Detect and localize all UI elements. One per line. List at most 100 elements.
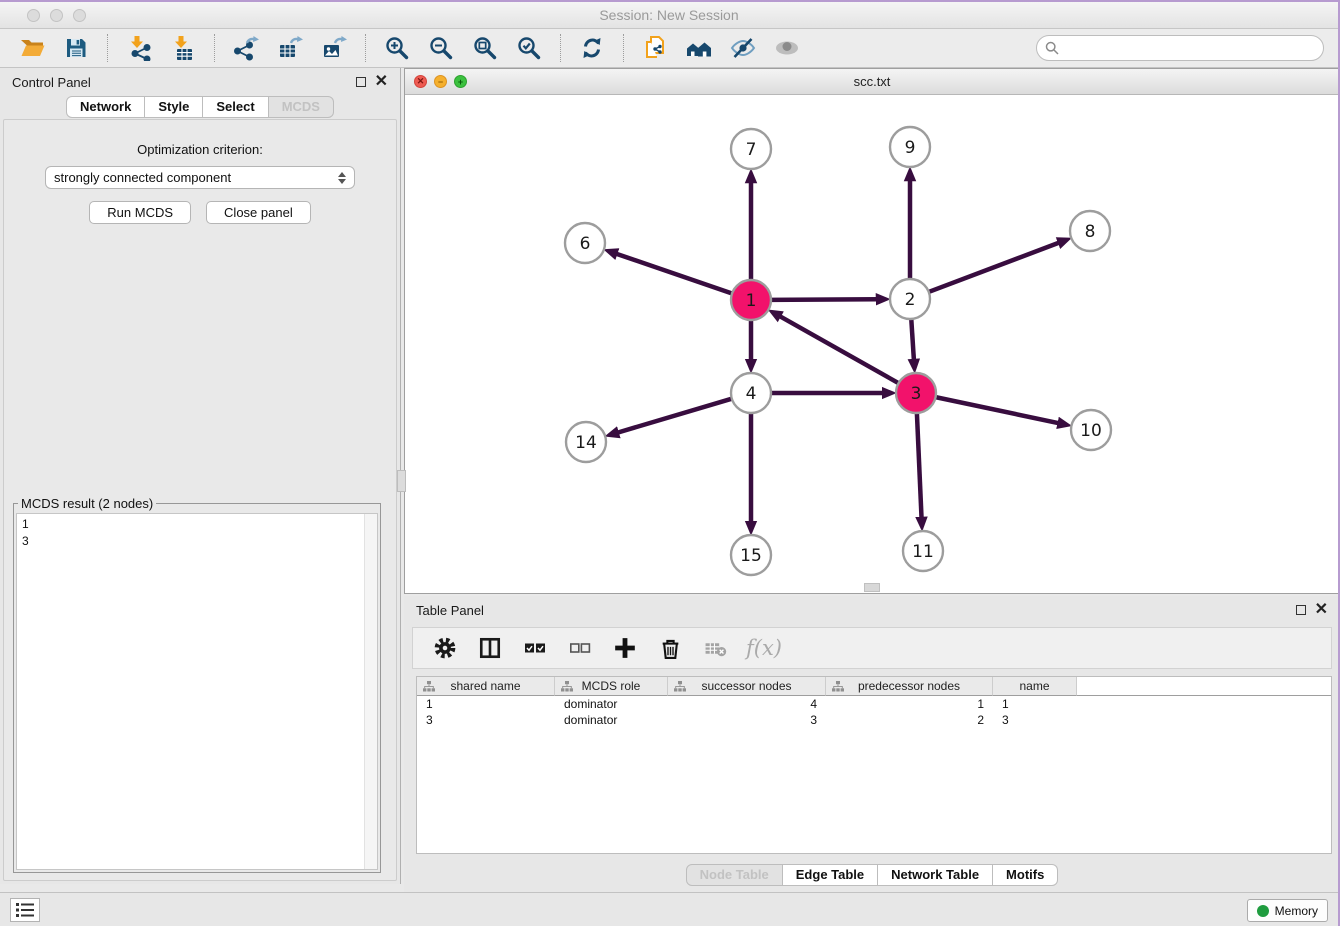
graph-node-1[interactable]: 1: [731, 280, 771, 320]
tab-node-table[interactable]: Node Table: [686, 864, 783, 886]
zoom-in-icon: [384, 35, 410, 61]
graph-node-6[interactable]: 6: [565, 223, 605, 263]
gear-icon: [433, 636, 457, 660]
import-network-button[interactable]: [124, 33, 154, 63]
export-network-button[interactable]: [231, 33, 261, 63]
zoom-fit-button[interactable]: [470, 33, 500, 63]
graph-node-4[interactable]: 4: [731, 373, 771, 413]
table-toolbar: f(x): [412, 627, 1332, 669]
export-image-button[interactable]: [319, 33, 349, 63]
table-cell[interactable]: 2: [826, 712, 993, 728]
column-header-successor-nodes[interactable]: successor nodes: [668, 677, 826, 696]
select-all-columns-button[interactable]: [521, 634, 549, 662]
graph-node-8[interactable]: 8: [1070, 211, 1110, 251]
column-header-shared-name[interactable]: shared name: [417, 677, 555, 696]
graph-node-9[interactable]: 9: [890, 127, 930, 167]
table-cell[interactable]: dominator: [555, 712, 668, 728]
apply-layout-button[interactable]: [577, 33, 607, 63]
graph-node-14[interactable]: 14: [566, 422, 606, 462]
close-panel-button[interactable]: Close panel: [206, 201, 311, 224]
task-history-button[interactable]: [10, 898, 40, 922]
graph-node-2[interactable]: 2: [890, 279, 930, 319]
table-cell[interactable]: 3: [993, 712, 1077, 728]
network-canvas[interactable]: 7 9 6 8 1 2 4 3 14 10 15 11: [405, 96, 1339, 593]
graph-edge-4-14[interactable]: [618, 399, 732, 433]
svg-text:11: 11: [912, 542, 934, 562]
optimization-criterion-select[interactable]: strongly connected component: [45, 166, 355, 189]
graph-edge-1-6[interactable]: [616, 254, 732, 294]
graph-node-15[interactable]: 15: [731, 535, 771, 575]
zoom-in-button[interactable]: [382, 33, 412, 63]
show-visual-button[interactable]: [772, 33, 802, 63]
unselect-all-columns-button[interactable]: [566, 634, 594, 662]
toolbar-separator: [623, 34, 624, 62]
tab-style[interactable]: Style: [145, 96, 203, 118]
tab-edge-table[interactable]: Edge Table: [783, 864, 878, 886]
table-cell[interactable]: dominator: [555, 696, 668, 712]
table-cell[interactable]: 3: [417, 712, 555, 728]
table-row[interactable]: 1dominator411: [417, 696, 1331, 712]
tab-mcds[interactable]: MCDS: [269, 96, 334, 118]
hide-visual-button[interactable]: [728, 33, 758, 63]
graph-node-11[interactable]: 11: [903, 531, 943, 571]
zoom-selected-button[interactable]: [514, 33, 544, 63]
tab-motifs[interactable]: Motifs: [993, 864, 1058, 886]
graph-edge-3-10[interactable]: [936, 397, 1059, 423]
import-table-icon: [170, 35, 196, 61]
open-file-button[interactable]: [17, 33, 47, 63]
main-toolbar: [0, 29, 1338, 68]
memory-button[interactable]: Memory: [1247, 899, 1328, 922]
graph-edge-3-11[interactable]: [917, 413, 922, 518]
close-panel-icon[interactable]: ✕: [375, 77, 388, 87]
tab-network[interactable]: Network: [66, 96, 145, 118]
table-settings-button[interactable]: [431, 634, 459, 662]
run-mcds-button[interactable]: Run MCDS: [89, 201, 191, 224]
tab-network-table[interactable]: Network Table: [878, 864, 993, 886]
table-row[interactable]: 3dominator323: [417, 712, 1331, 728]
graph-edge-3-1[interactable]: [780, 316, 899, 383]
column-header-mcds-role[interactable]: MCDS role: [555, 677, 668, 696]
mcds-panel-body: Optimization criterion: strongly connect…: [3, 119, 397, 881]
control-panel: Control Panel ✕ NetworkStyleSelectMCDS O…: [0, 68, 401, 884]
panel-splitter-grip[interactable]: [397, 470, 406, 492]
float-panel-icon[interactable]: [356, 77, 366, 87]
mcds-result-item[interactable]: 1: [22, 516, 372, 533]
table-cell[interactable]: 1: [417, 696, 555, 712]
close-panel-icon[interactable]: ✕: [1315, 605, 1328, 615]
homes-icon: [686, 35, 712, 61]
graph-edge-2-3[interactable]: [911, 319, 914, 360]
control-panel-title: Control Panel: [12, 75, 91, 90]
delete-column-button[interactable]: [656, 634, 684, 662]
graph-node-10[interactable]: 10: [1071, 410, 1111, 450]
save-session-button[interactable]: [61, 33, 91, 63]
table-cell[interactable]: 1: [826, 696, 993, 712]
table-cell[interactable]: 4: [668, 696, 826, 712]
search-input[interactable]: [1036, 35, 1324, 61]
create-column-button[interactable]: [611, 634, 639, 662]
trash-icon: [659, 637, 682, 660]
column-header-predecessor-nodes[interactable]: predecessor nodes: [826, 677, 993, 696]
network-splitter-grip[interactable]: [864, 583, 880, 592]
zoom-out-button[interactable]: [426, 33, 456, 63]
table-cell[interactable]: 1: [993, 696, 1077, 712]
mcds-result-list[interactable]: 13: [16, 513, 378, 870]
graph-node-3[interactable]: 3: [896, 373, 936, 413]
graph-node-7[interactable]: 7: [731, 129, 771, 169]
import-table-button[interactable]: [168, 33, 198, 63]
table-cell[interactable]: 3: [668, 712, 826, 728]
home-networks-button[interactable]: [684, 33, 714, 63]
column-header-label: shared name: [450, 679, 520, 693]
tab-select[interactable]: Select: [203, 96, 268, 118]
show-column-panel-button[interactable]: [476, 634, 504, 662]
network-file-button[interactable]: [640, 33, 670, 63]
network-window-title: scc.txt: [405, 74, 1339, 89]
float-panel-icon[interactable]: [1296, 605, 1306, 615]
scrollbar-track[interactable]: [364, 514, 377, 869]
graph-edge-1-2[interactable]: [771, 299, 877, 300]
mcds-result-item[interactable]: 3: [22, 533, 372, 550]
graph-edge-2-8[interactable]: [929, 243, 1059, 292]
column-header-name[interactable]: name: [993, 677, 1077, 696]
table-panel-tabs: Node TableEdge TableNetwork TableMotifs: [404, 864, 1340, 886]
column-header-label: predecessor nodes: [858, 679, 960, 693]
export-table-button[interactable]: [275, 33, 305, 63]
